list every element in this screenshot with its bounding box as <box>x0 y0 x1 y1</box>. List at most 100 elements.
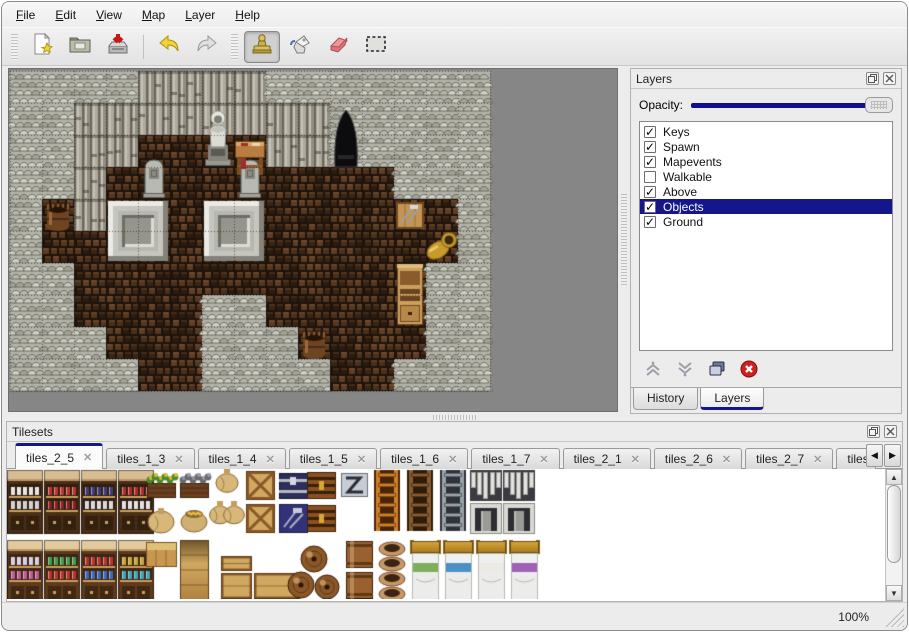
toolbar-handle-icon[interactable] <box>231 34 238 60</box>
menu-item-view[interactable]: View <box>86 4 132 26</box>
tileset-tab-tiles_2_6[interactable]: tiles_2_6✕ <box>654 448 742 469</box>
duplicate-layer-button[interactable] <box>707 361 727 381</box>
opacity-slider[interactable] <box>691 96 893 114</box>
scroll-down-icon[interactable]: ▼ <box>886 585 902 601</box>
new-button[interactable] <box>24 31 60 63</box>
redo-button[interactable] <box>189 31 225 63</box>
dock-tab-layers[interactable]: Layers <box>700 388 764 410</box>
tileset-content: ▲ ▼ <box>7 469 902 601</box>
stamp-tool-button[interactable] <box>244 31 280 63</box>
map-viewport[interactable] <box>8 68 618 412</box>
close-dock-icon[interactable] <box>884 425 897 438</box>
tileset-tab-tiles_1_6[interactable]: tiles_1_6 ✕ <box>380 448 468 469</box>
tileset-tab-tiles_2_1[interactable]: tiles_2_1✕ <box>563 448 651 469</box>
layer-visibility-checkbox[interactable]: ✓ <box>644 126 656 138</box>
menu-item-edit[interactable]: Edit <box>45 4 86 26</box>
horizontal-splitter[interactable] <box>2 414 907 421</box>
tab-close-icon[interactable]: ✕ <box>357 453 366 466</box>
close-dock-icon[interactable] <box>883 72 896 85</box>
float-dock-icon[interactable] <box>867 425 880 438</box>
layer-row-spawn[interactable]: ✓ Spawn <box>640 139 892 154</box>
layer-visibility-checkbox[interactable]: ✓ <box>644 141 656 153</box>
tab-close-icon[interactable]: ✕ <box>83 451 92 464</box>
undo-icon <box>156 33 182 60</box>
tab-close-icon[interactable]: ✕ <box>813 453 822 466</box>
select-icon <box>364 34 388 59</box>
scroll-up-icon[interactable]: ▲ <box>886 469 902 485</box>
vertical-splitter[interactable] <box>618 66 630 414</box>
tileset-tab-label: tiles_2_5 <box>26 451 74 465</box>
layer-visibility-checkbox[interactable]: ✓ <box>644 216 656 228</box>
new-file-icon <box>30 32 54 61</box>
raise-layer-button[interactable] <box>643 361 663 381</box>
opacity-label: Opacity: <box>639 98 683 112</box>
scrollbar-thumb[interactable] <box>887 485 901 563</box>
menu-item-file[interactable]: File <box>6 4 45 26</box>
save-button[interactable] <box>100 31 136 63</box>
resize-grip-icon[interactable] <box>884 607 904 627</box>
toolbar-handle-icon[interactable] <box>11 34 18 60</box>
undo-button[interactable] <box>151 31 187 63</box>
tileset-tab-label: tiles_1_3 <box>117 452 165 466</box>
tab-scroll-left-icon[interactable]: ◀ <box>866 444 883 467</box>
map-canvas[interactable] <box>9 69 617 411</box>
lower-layer-button[interactable] <box>675 361 695 381</box>
layer-toolbar <box>631 355 901 387</box>
scrollbar-track[interactable] <box>886 485 902 585</box>
tileset-tab-tiles_1_3[interactable]: tiles_1_3 ✕ <box>106 448 194 469</box>
opacity-slider-track[interactable] <box>691 103 891 108</box>
eraser-tool-button[interactable] <box>320 31 356 63</box>
layer-visibility-checkbox[interactable]: ✓ <box>644 156 656 168</box>
tileset-tab-tiles_2_7[interactable]: tiles_2_7✕ <box>745 448 833 469</box>
lower-arrow-icon <box>676 360 694 383</box>
open-button[interactable] <box>62 31 98 63</box>
save-icon <box>106 32 130 61</box>
tab-close-icon[interactable]: ✕ <box>722 453 731 466</box>
layer-row-mapevents[interactable]: ✓ Mapevents <box>640 154 892 169</box>
tab-close-icon[interactable]: ✕ <box>539 453 548 466</box>
tab-close-icon[interactable]: ✕ <box>631 453 640 466</box>
layer-name: Mapevents <box>663 155 722 169</box>
layer-visibility-checkbox[interactable]: ✓ <box>644 186 656 198</box>
tileset-tab-bar: tiles_2_5✕tiles_1_3✕tiles_1_4✕tiles_1_5✕… <box>7 442 902 469</box>
layer-visibility-checkbox[interactable] <box>644 171 656 183</box>
fill-tool-button[interactable] <box>282 31 318 63</box>
fill-icon <box>288 32 312 61</box>
delete-layer-button[interactable] <box>739 361 759 381</box>
tab-scroll-right-icon[interactable]: ▶ <box>884 444 901 467</box>
splitter-grip-icon[interactable] <box>433 415 477 420</box>
tileset-tab-tiles_1_4[interactable]: tiles_1_4✕ <box>198 448 286 469</box>
toolbar <box>2 27 907 66</box>
menu-item-help[interactable]: Help <box>225 4 270 26</box>
tab-close-icon[interactable]: ✕ <box>266 453 275 466</box>
layer-row-objects[interactable]: ✓Objects <box>640 199 892 214</box>
layer-name: Spawn <box>663 140 700 154</box>
tab-close-icon[interactable]: ✕ <box>448 453 457 466</box>
dock-bottom-tabs: HistoryLayers <box>631 387 901 413</box>
tileset-scrollbar[interactable]: ▲ ▼ <box>885 469 902 601</box>
layers-dock-titlebar: Layers <box>631 69 901 89</box>
menu-item-layer[interactable]: Layer <box>175 4 225 26</box>
tileset-tab-label: tiles_1_6 <box>391 452 439 466</box>
tileset-tab-tiles_1_7[interactable]: tiles_1_7✕ <box>471 448 559 469</box>
menu-bar: FileEditViewMapLayerHelp <box>2 2 907 27</box>
select-tool-button[interactable] <box>358 31 394 63</box>
app-window: FileEditViewMapLayerHelp Layers Opacity: <box>1 1 908 631</box>
tilesets-dock: Tilesets tiles_2_5✕tiles_1_3✕tiles_1_4✕t… <box>6 421 903 602</box>
tileset-tab-tiles_2_5[interactable]: tiles_2_5 ✕ <box>15 443 103 469</box>
layer-row-walkable[interactable]: Walkable <box>640 169 892 184</box>
tileset-tab-tiles_1_5[interactable]: tiles_1_5✕ <box>289 448 377 469</box>
dock-tab-history[interactable]: History <box>633 388 698 410</box>
redo-icon <box>194 33 220 60</box>
splitter-grip-icon[interactable] <box>621 194 627 286</box>
layer-row-ground[interactable]: ✓Ground <box>640 214 892 229</box>
tilesets-dock-titlebar: Tilesets <box>7 422 902 442</box>
menu-item-map[interactable]: Map <box>132 4 175 26</box>
layer-row-above[interactable]: ✓Above <box>640 184 892 199</box>
tab-close-icon[interactable]: ✕ <box>174 453 183 466</box>
tileset-canvas[interactable] <box>7 469 873 599</box>
layer-row-keys[interactable]: ✓Keys <box>640 124 892 139</box>
float-dock-icon[interactable] <box>866 72 879 85</box>
opacity-slider-handle[interactable] <box>865 97 893 113</box>
layer-visibility-checkbox[interactable]: ✓ <box>644 201 656 213</box>
